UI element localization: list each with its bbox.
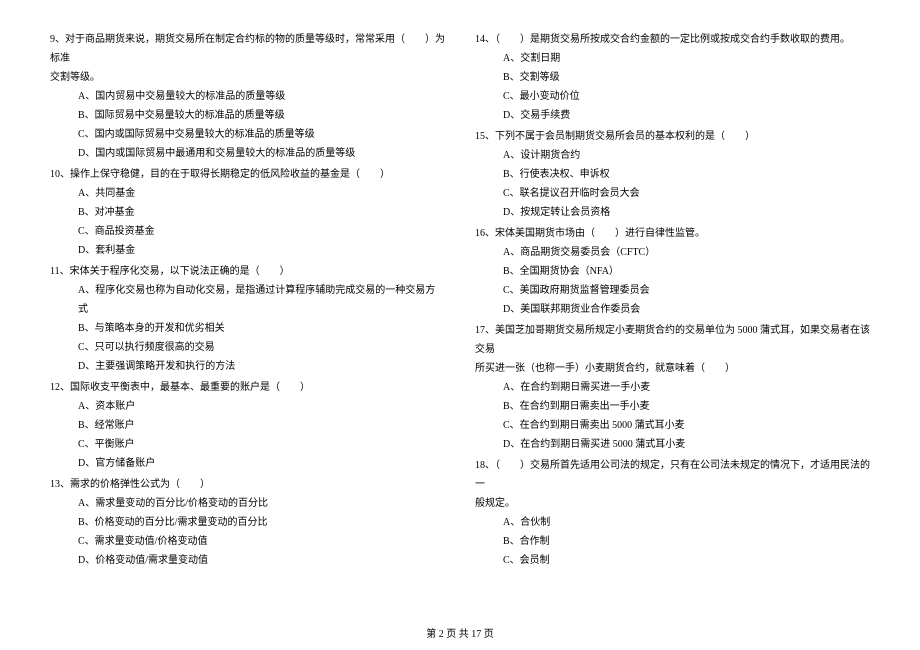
q9-option-b: B、国际贸易中交易量较大的标准品的质量等级 [50,106,445,125]
q12-option-b: B、经常账户 [50,416,445,435]
q13-option-b: B、价格变动的百分比/需求量变动的百分比 [50,513,445,532]
q16-option-b: B、全国期货协会（NFA） [475,262,870,281]
q14-option-b: B、交割等级 [475,68,870,87]
q14-option-d: D、交易手续费 [475,106,870,125]
q16-option-d: D、美国联邦期货业合作委员会 [475,300,870,319]
q17-stem-line1: 17、美国芝加哥期货交易所规定小麦期货合约的交易单位为 5000 蒲式耳，如果交… [475,321,870,359]
q9-stem-line1: 9、对于商品期货来说，期货交易所在制定合约标的物的质量等级时，常常采用（ ）为标… [50,30,445,68]
q18-stem-line2: 般规定。 [475,494,870,513]
question-11: 11、宋体关于程序化交易，以下说法正确的是（ ） A、程序化交易也称为自动化交易… [50,262,445,376]
q10-option-c: C、商品投资基金 [50,222,445,241]
q10-stem: 10、操作上保守稳健，目的在于取得长期稳定的低风险收益的基金是（ ） [50,165,445,184]
q11-option-b: B、与策略本身的开发和优劣相关 [50,319,445,338]
q11-option-a: A、程序化交易也称为自动化交易，是指通过计算程序辅助完成交易的一种交易方式 [50,281,445,319]
q13-option-d: D、价格变动值/需求量变动值 [50,551,445,570]
q15-stem: 15、下列不属于会员制期货交易所会员的基本权利的是（ ） [475,127,870,146]
q9-option-d: D、国内或国际贸易中最通用和交易量较大的标准品的质量等级 [50,144,445,163]
q13-stem: 13、需求的价格弹性公式为（ ） [50,475,445,494]
q9-option-a: A、国内贸易中交易量较大的标准品的质量等级 [50,87,445,106]
q11-option-d: D、主要强调策略开发和执行的方法 [50,357,445,376]
q17-option-d: D、在合约到期日需买进 5000 蒲式耳小麦 [475,435,870,454]
q13-option-a: A、需求量变动的百分比/价格变动的百分比 [50,494,445,513]
q15-option-a: A、设计期货合约 [475,146,870,165]
q18-option-c: C、会员制 [475,551,870,570]
left-column: 9、对于商品期货来说，期货交易所在制定合约标的物的质量等级时，常常采用（ ）为标… [50,30,445,610]
q14-option-a: A、交割日期 [475,49,870,68]
q11-stem: 11、宋体关于程序化交易，以下说法正确的是（ ） [50,262,445,281]
q18-option-b: B、合作制 [475,532,870,551]
q9-stem-line2: 交割等级。 [50,68,445,87]
q16-option-c: C、美国政府期货监督管理委员会 [475,281,870,300]
question-16: 16、宋体美国期货市场由（ ）进行自律性监管。 A、商品期货交易委员会（CFTC… [475,224,870,319]
right-column: 14、（ ）是期货交易所按成交合约金额的一定比例或按成交合约手数收取的费用。 A… [475,30,870,610]
q11-option-c: C、只可以执行频度很高的交易 [50,338,445,357]
q10-option-a: A、共同基金 [50,184,445,203]
question-17: 17、美国芝加哥期货交易所规定小麦期货合约的交易单位为 5000 蒲式耳，如果交… [475,321,870,454]
q17-option-c: C、在合约到期日需卖出 5000 蒲式耳小麦 [475,416,870,435]
q15-option-d: D、按规定转让会员资格 [475,203,870,222]
q12-option-c: C、平衡账户 [50,435,445,454]
q15-option-b: B、行使表决权、申诉权 [475,165,870,184]
q17-option-b: B、在合约到期日需卖出一手小麦 [475,397,870,416]
question-12: 12、国际收支平衡表中，最基本、最重要的账户是（ ） A、资本账户 B、经常账户… [50,378,445,473]
q10-option-d: D、套利基金 [50,241,445,260]
question-13: 13、需求的价格弹性公式为（ ） A、需求量变动的百分比/价格变动的百分比 B、… [50,475,445,570]
q12-stem: 12、国际收支平衡表中，最基本、最重要的账户是（ ） [50,378,445,397]
question-9: 9、对于商品期货来说，期货交易所在制定合约标的物的质量等级时，常常采用（ ）为标… [50,30,445,163]
q18-option-a: A、合伙制 [475,513,870,532]
q16-option-a: A、商品期货交易委员会（CFTC） [475,243,870,262]
q15-option-c: C、联名提议召开临时会员大会 [475,184,870,203]
q17-option-a: A、在合约到期日需买进一手小麦 [475,378,870,397]
question-10: 10、操作上保守稳健，目的在于取得长期稳定的低风险收益的基金是（ ） A、共同基… [50,165,445,260]
question-14: 14、（ ）是期货交易所按成交合约金额的一定比例或按成交合约手数收取的费用。 A… [475,30,870,125]
q13-option-c: C、需求量变动值/价格变动值 [50,532,445,551]
q17-stem-line2: 所买进一张（也称一手）小麦期货合约，就意味着（ ） [475,359,870,378]
q18-stem-line1: 18、（ ）交易所首先适用公司法的规定，只有在公司法未规定的情况下，才适用民法的… [475,456,870,494]
q14-stem: 14、（ ）是期货交易所按成交合约金额的一定比例或按成交合约手数收取的费用。 [475,30,870,49]
q12-option-d: D、官方储备账户 [50,454,445,473]
q9-option-c: C、国内或国际贸易中交易量较大的标准品的质量等级 [50,125,445,144]
q12-option-a: A、资本账户 [50,397,445,416]
q10-option-b: B、对冲基金 [50,203,445,222]
question-15: 15、下列不属于会员制期货交易所会员的基本权利的是（ ） A、设计期货合约 B、… [475,127,870,222]
q16-stem: 16、宋体美国期货市场由（ ）进行自律性监管。 [475,224,870,243]
q14-option-c: C、最小变动价位 [475,87,870,106]
page-footer: 第 2 页 共 17 页 [0,625,920,640]
question-18: 18、（ ）交易所首先适用公司法的规定，只有在公司法未规定的情况下，才适用民法的… [475,456,870,570]
